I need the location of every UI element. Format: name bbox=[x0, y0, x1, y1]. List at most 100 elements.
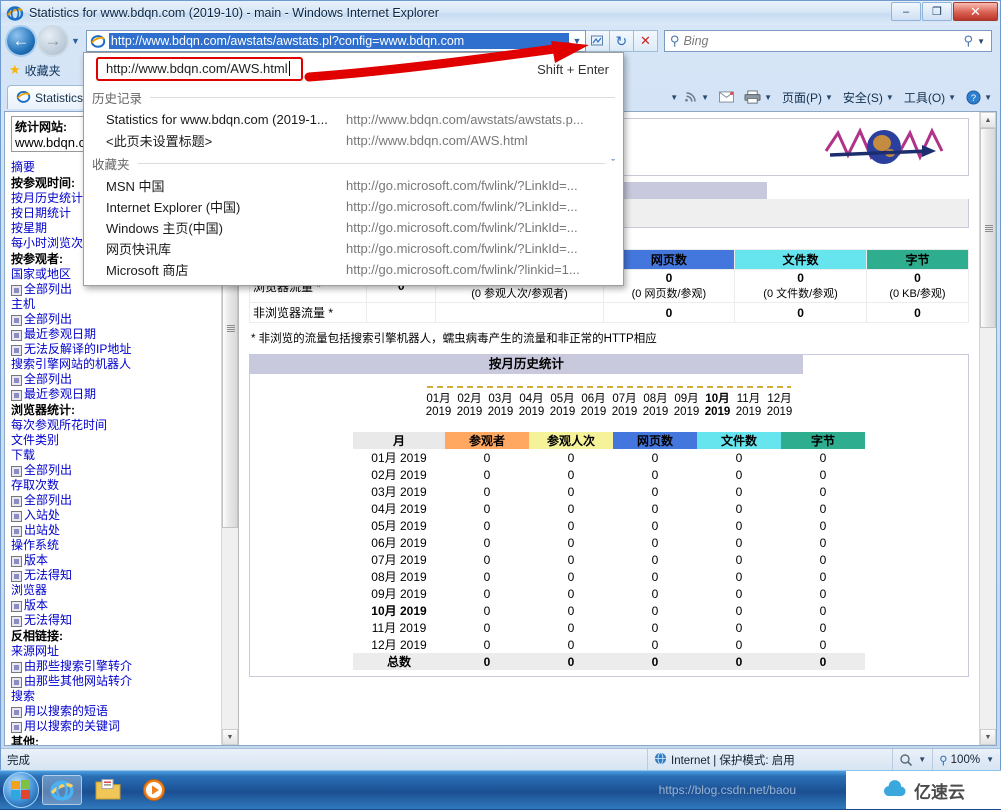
sidebar-subitem-24[interactable]: 出站处 bbox=[11, 523, 234, 538]
zoom-out-control[interactable]: ▼ bbox=[892, 749, 932, 770]
sub-bullet-icon bbox=[11, 466, 22, 477]
back-button[interactable]: ← bbox=[7, 27, 35, 55]
history-value-cell: 0 bbox=[781, 534, 865, 551]
sidebar-subitem-10[interactable]: 全部列出 bbox=[11, 312, 234, 327]
page-scroll-up-arrow[interactable]: ▲ bbox=[980, 112, 996, 128]
sidebar-subitem-label: 入站处 bbox=[24, 508, 60, 522]
help-menu-button[interactable]: ? ▼ bbox=[962, 88, 996, 107]
table-row: 11月 201900000 bbox=[353, 619, 865, 636]
taskbar-media-player-button[interactable] bbox=[134, 775, 174, 805]
history-value-cell: 0 bbox=[697, 534, 781, 551]
minimize-button[interactable]: – bbox=[891, 2, 921, 21]
sidebar-subitem-36[interactable]: 用以搜索的短语 bbox=[11, 704, 234, 719]
sidebar-item-17[interactable]: 每次参观所花时间 bbox=[11, 418, 234, 433]
axis-month-label: 06月 bbox=[578, 390, 609, 406]
home-caret-icon[interactable]: ▼ bbox=[670, 93, 678, 102]
page-scroll-down-arrow[interactable]: ▼ bbox=[980, 729, 996, 745]
stop-button[interactable]: ✕ bbox=[634, 30, 658, 52]
search-input[interactable]: Bing bbox=[683, 34, 963, 48]
taskbar-ie-button[interactable] bbox=[42, 775, 82, 805]
sidebar-item-25[interactable]: 操作系统 bbox=[11, 538, 234, 553]
favorite-item-2[interactable]: Windows 主页(中国)http://go.microsoft.com/fw… bbox=[84, 217, 623, 238]
sidebar-subitem-20[interactable]: 全部列出 bbox=[11, 463, 234, 478]
tab-statistics[interactable]: Statistics bbox=[7, 85, 92, 109]
search-provider-caret-icon[interactable]: ▼ bbox=[977, 37, 985, 46]
history-item-0[interactable]: Statistics for www.bdqn.com (2019-1...ht… bbox=[84, 109, 623, 130]
sidebar-subitem-15[interactable]: 最近参观日期 bbox=[11, 387, 234, 402]
monthly-axis-month-row: 01月02月03月04月05月06月07月08月09月10月11月12月 bbox=[250, 390, 968, 406]
favorite-item-1[interactable]: Internet Explorer (中国)http://go.microsof… bbox=[84, 196, 623, 217]
safety-menu-button[interactable]: 安全(S) ▼ bbox=[839, 87, 898, 108]
sidebar-item-21[interactable]: 存取次数 bbox=[11, 478, 234, 493]
sidebar-subitem-11[interactable]: 最近参观日期 bbox=[11, 327, 234, 342]
compatibility-view-button[interactable] bbox=[586, 30, 610, 52]
history-item-1[interactable]: <此页未设置标题>http://www.bdqn.com/AWS.html bbox=[84, 130, 623, 151]
favorite-item-url: http://go.microsoft.com/fwlink/?linkid=1… bbox=[346, 262, 615, 277]
sidebar-item-28[interactable]: 浏览器 bbox=[11, 583, 234, 598]
sidebar-subitem-12[interactable]: 无法反解译的IP地址 bbox=[11, 342, 234, 357]
sidebar-subitem-22[interactable]: 全部列出 bbox=[11, 493, 234, 508]
forward-button[interactable]: → bbox=[39, 27, 67, 55]
history-month-cell: 12月 2019 bbox=[353, 636, 445, 653]
security-zone[interactable]: Internet | 保护模式: 启用 bbox=[647, 749, 801, 770]
tools-menu-button[interactable]: 工具(O) ▼ bbox=[900, 87, 960, 108]
zoom-level-control[interactable]: ⚲ 100% ▼ bbox=[932, 749, 1000, 770]
taskbar-explorer-button[interactable] bbox=[88, 775, 128, 805]
safety-menu-caret-icon[interactable]: ▼ bbox=[886, 93, 894, 102]
address-bar[interactable]: http://www.bdqn.com/awstats/awstats.pl?c… bbox=[86, 30, 586, 52]
sidebar-subitem-33[interactable]: 由那些搜索引擎转介 bbox=[11, 659, 234, 674]
search-go-icon[interactable]: ⚲ bbox=[964, 33, 974, 49]
sidebar-subitem-26[interactable]: 版本 bbox=[11, 553, 234, 568]
tools-menu-caret-icon[interactable]: ▼ bbox=[948, 93, 956, 102]
favorite-item-4[interactable]: Microsoft 商店http://go.microsoft.com/fwli… bbox=[84, 259, 623, 280]
sidebar-subitem-23[interactable]: 入站处 bbox=[11, 508, 234, 523]
close-button[interactable]: ✕ bbox=[953, 2, 998, 21]
zoom-caret-icon[interactable]: ▼ bbox=[986, 755, 994, 764]
address-dropdown-caret-icon[interactable]: ▼ bbox=[569, 36, 585, 46]
sidebar-subitem-30[interactable]: 无法得知 bbox=[11, 613, 234, 628]
page-menu-caret-icon[interactable]: ▼ bbox=[825, 93, 833, 102]
zoom-preset-caret-icon[interactable]: ▼ bbox=[918, 755, 926, 764]
address-autocomplete-dropdown[interactable]: http://www.bdqn.com/AWS.html Shift + Ent… bbox=[83, 52, 624, 286]
favorites-expand-chevron-icon[interactable]: ˇ bbox=[611, 158, 615, 170]
sidebar-scroll-down-arrow[interactable]: ▼ bbox=[222, 729, 238, 745]
address-input[interactable]: http://www.bdqn.com/awstats/awstats.pl?c… bbox=[109, 33, 569, 49]
favorite-item-0[interactable]: MSN 中国http://go.microsoft.com/fwlink/?Li… bbox=[84, 175, 623, 196]
sidebar-item-35[interactable]: 搜索 bbox=[11, 689, 234, 704]
maximize-button[interactable]: ❐ bbox=[922, 2, 952, 21]
summary-footnote: * 非浏览的流量包括搜索引擎机器人，蠕虫病毒产生的流量和非正常的HTTP相应 bbox=[251, 330, 969, 346]
sidebar-subitem-34[interactable]: 由那些其他网站转介 bbox=[11, 674, 234, 689]
refresh-button[interactable]: ↻ bbox=[610, 30, 634, 52]
sidebar-subitem-label: 用以搜索的短语 bbox=[24, 704, 108, 718]
typed-suggestion-row[interactable]: http://www.bdqn.com/AWS.html Shift + Ent… bbox=[84, 53, 623, 85]
axis-year-label: 2019 bbox=[640, 406, 671, 418]
rss-caret-icon[interactable]: ▼ bbox=[701, 93, 709, 102]
sub-bullet-icon bbox=[11, 722, 22, 733]
sidebar-subitem-27[interactable]: 无法得知 bbox=[11, 568, 234, 583]
sidebar-subitem-37[interactable]: 用以搜索的关键词 bbox=[11, 719, 234, 734]
favorite-item-3[interactable]: 网页快讯库http://go.microsoft.com/fwlink/?Lin… bbox=[84, 238, 623, 259]
table-row: 08月 201900000 bbox=[353, 568, 865, 585]
history-value-cell: 0 bbox=[613, 449, 697, 466]
sidebar-subitem-14[interactable]: 全部列出 bbox=[11, 372, 234, 387]
sidebar-group-heading: 其他: bbox=[11, 734, 234, 745]
recent-pages-caret-icon[interactable]: ▼ bbox=[71, 36, 80, 46]
print-caret-icon[interactable]: ▼ bbox=[764, 93, 772, 102]
sidebar-item-13[interactable]: 搜索引擎网站的机器人 bbox=[11, 357, 234, 372]
favorites-button[interactable]: ★ 收藏夹 bbox=[9, 62, 61, 79]
sidebar-subitem-29[interactable]: 版本 bbox=[11, 598, 234, 613]
rss-feeds-button[interactable]: ▼ bbox=[680, 88, 713, 106]
sidebar-item-19[interactable]: 下载 bbox=[11, 448, 234, 463]
search-box[interactable]: ⚲ Bing ⚲ ▼ bbox=[664, 30, 992, 52]
sidebar-item-9[interactable]: 主机 bbox=[11, 297, 234, 312]
monthly-axis-dashline bbox=[427, 386, 791, 388]
page-menu-button[interactable]: 页面(P) ▼ bbox=[778, 87, 837, 108]
print-button[interactable]: ▼ bbox=[740, 88, 776, 106]
read-mail-button[interactable] bbox=[715, 89, 738, 105]
page-scroll-thumb[interactable] bbox=[980, 128, 996, 328]
start-button[interactable] bbox=[3, 772, 39, 808]
sidebar-item-32[interactable]: 来源网址 bbox=[11, 644, 234, 659]
help-caret-icon[interactable]: ▼ bbox=[984, 93, 992, 102]
page-scrollbar[interactable]: ▲ ▼ bbox=[979, 112, 996, 745]
sidebar-item-18[interactable]: 文件类别 bbox=[11, 433, 234, 448]
